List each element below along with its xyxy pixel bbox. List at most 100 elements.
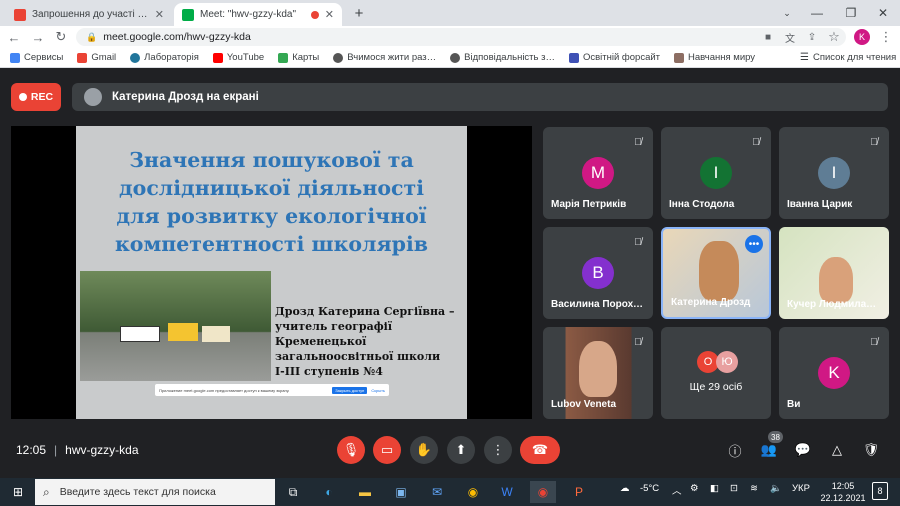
weather-icon[interactable]: ☁ bbox=[620, 483, 630, 494]
start-button[interactable]: ⊞ bbox=[5, 481, 31, 503]
mic-off-icon: 🎙̸ bbox=[870, 136, 878, 148]
more-options-icon[interactable]: ••• bbox=[745, 235, 763, 253]
mic-off-icon: 🎙̸ bbox=[634, 136, 642, 148]
info-icon[interactable]: ⓘ bbox=[725, 440, 745, 460]
participant-tile[interactable]: І 🎙̸ Інна Стодола bbox=[661, 127, 771, 219]
tray-icon[interactable]: ◧ bbox=[710, 483, 719, 494]
screen-share-notice: Приложение meet.google.com предоставляет… bbox=[155, 384, 389, 396]
share-icon[interactable]: ⇪ bbox=[804, 29, 820, 45]
video-feed bbox=[819, 257, 853, 303]
bookmark-services[interactable]: Сервисы bbox=[10, 52, 63, 63]
people-icon[interactable]: 👥 bbox=[759, 440, 779, 460]
wifi-icon[interactable]: ≋ bbox=[750, 483, 758, 494]
language-indicator[interactable]: УКР bbox=[792, 483, 810, 494]
profile-avatar[interactable]: K bbox=[854, 29, 870, 45]
globe-icon bbox=[333, 52, 344, 63]
taskbar-search[interactable]: ⌕ Введите здесь текст для поиска bbox=[35, 479, 275, 505]
participant-tile[interactable]: І 🎙̸ Іванна Царик bbox=[779, 127, 889, 219]
participant-tile[interactable]: Кучер Людмила… bbox=[779, 227, 889, 319]
tray-icon[interactable]: ⊡ bbox=[730, 483, 738, 494]
close-window-button[interactable]: ✕ bbox=[866, 0, 900, 26]
restore-button[interactable]: ❐ bbox=[834, 0, 868, 26]
present-button[interactable]: ⬆ bbox=[447, 436, 475, 464]
slide-title: Значення пошукової та дослідницької діял… bbox=[114, 148, 429, 256]
task-view-icon[interactable]: ⧉ bbox=[280, 481, 306, 503]
wordpress-icon bbox=[130, 52, 141, 63]
search-icon: ⌕ bbox=[43, 484, 50, 499]
bookmark-foresight[interactable]: Освітній форсайт bbox=[568, 52, 660, 63]
file-explorer-icon[interactable]: ▬ bbox=[352, 481, 378, 503]
tab-invitation[interactable]: Запрошення до участі в освітн… ✕ bbox=[6, 3, 172, 26]
chat-icon[interactable]: 💬 bbox=[793, 440, 813, 460]
hide-button[interactable]: Скрыть bbox=[371, 388, 385, 393]
clock[interactable]: 12:05 22.12.2021 bbox=[818, 480, 868, 504]
mic-off-icon: 🎙̸ bbox=[752, 136, 760, 148]
close-tab-icon[interactable]: ✕ bbox=[155, 8, 164, 21]
powerpoint-icon[interactable]: P bbox=[566, 481, 592, 503]
volume-icon[interactable]: 🔈 bbox=[770, 483, 782, 494]
apps-icon bbox=[10, 52, 20, 63]
word-icon[interactable]: W bbox=[494, 481, 520, 503]
meeting-info: 12:05 | hwv-gzzy-kda bbox=[16, 443, 139, 457]
more-participants-tile[interactable]: О Ю Ще 29 осіб bbox=[661, 327, 771, 419]
more-options-button[interactable]: ⋮ bbox=[484, 436, 512, 464]
menu-icon[interactable]: ⋮ bbox=[878, 29, 894, 45]
video-feed bbox=[699, 241, 739, 301]
tab-search-icon[interactable]: ⌄ bbox=[770, 0, 804, 26]
bookmark-peace[interactable]: Навчання миру bbox=[674, 52, 755, 63]
protest-sign bbox=[168, 323, 198, 341]
bookmark-responsibility[interactable]: Відповідальність з… bbox=[450, 52, 555, 63]
star-icon[interactable]: ☆ bbox=[826, 29, 842, 45]
host-controls-icon[interactable]: 🛡 bbox=[861, 440, 881, 460]
record-icon bbox=[18, 93, 27, 101]
youtube-icon bbox=[212, 52, 223, 63]
self-tile[interactable]: K 🎙̸ Ви bbox=[779, 327, 889, 419]
participant-tile[interactable]: М 🎙̸ Марія Петриків bbox=[543, 127, 653, 219]
participant-tile[interactable]: В 🎙̸ Василина Порохо… bbox=[543, 227, 653, 319]
camera-icon[interactable]: ■ bbox=[760, 29, 776, 45]
bookmark-gmail[interactable]: Gmail bbox=[77, 52, 116, 63]
bookmark-maps[interactable]: Карты bbox=[278, 52, 319, 63]
shared-slide: Значення пошукової та дослідницької діял… bbox=[76, 126, 467, 419]
activities-icon[interactable]: △ bbox=[827, 440, 847, 460]
bookmark-lab[interactable]: Лабораторія bbox=[130, 52, 199, 63]
tray-icon[interactable]: ⚙ bbox=[690, 483, 699, 494]
gmail-icon bbox=[77, 52, 88, 63]
mic-toggle-button[interactable]: 🎙 bbox=[337, 436, 365, 464]
participant-tile[interactable]: 🎙̸ Lubov Veneta bbox=[543, 327, 653, 419]
stop-sharing-button[interactable]: Закрыть доступ bbox=[332, 386, 368, 394]
separator: | bbox=[54, 443, 58, 457]
leave-call-button[interactable]: ☎ bbox=[520, 436, 560, 464]
store-icon[interactable]: ▣ bbox=[388, 481, 414, 503]
temperature[interactable]: -5°C bbox=[640, 483, 659, 494]
edge-icon[interactable]: ◐ bbox=[316, 481, 342, 503]
new-tab-button[interactable]: + bbox=[350, 4, 368, 22]
back-icon[interactable]: ← bbox=[6, 29, 22, 45]
notifications-button[interactable]: 8 bbox=[872, 482, 888, 500]
chrome-profile-icon[interactable]: ◉ bbox=[530, 481, 556, 503]
translate-icon[interactable]: 文 bbox=[782, 29, 798, 45]
url-field[interactable]: 🔒 meet.google.com/hwv-gzzy-kda bbox=[76, 28, 846, 46]
presenter-label: Катерина Дрозд на екрані bbox=[112, 91, 259, 103]
forward-icon[interactable]: → bbox=[30, 29, 46, 45]
participant-tile-speaking[interactable]: ••• Катерина Дрозд bbox=[661, 227, 771, 319]
chrome-icon[interactable]: ◉ bbox=[460, 481, 486, 503]
tab-meet[interactable]: Meet: "hwv-gzzy-kda" ✕ bbox=[174, 3, 342, 26]
tray-chevron-icon[interactable]: ︿ bbox=[672, 483, 682, 497]
recording-indicator[interactable]: REC bbox=[11, 83, 61, 111]
bookmarks-bar: Сервисы Gmail Лабораторія YouTube Карты … bbox=[0, 48, 900, 68]
bookmark-youtube[interactable]: YouTube bbox=[212, 52, 264, 63]
reload-icon[interactable]: ↻ bbox=[53, 29, 69, 45]
reading-list[interactable]: ☰ Список для чтения bbox=[800, 52, 896, 63]
mail-icon[interactable]: ✉ bbox=[424, 481, 450, 503]
raise-hand-button[interactable]: ✋ bbox=[410, 436, 438, 464]
participant-name: Lubov Veneta bbox=[551, 399, 617, 410]
camera-toggle-button[interactable]: ▭ bbox=[373, 436, 401, 464]
close-tab-icon[interactable]: ✕ bbox=[325, 8, 334, 21]
participant-name: Марія Петриків bbox=[551, 199, 627, 210]
people-count-badge: 38 bbox=[768, 431, 783, 443]
gmail-icon bbox=[14, 8, 26, 21]
bookmark-learn[interactable]: Вчимося жити раз… bbox=[333, 52, 436, 63]
mic-off-icon: 🎙̸ bbox=[870, 336, 878, 348]
minimize-button[interactable]: — bbox=[800, 0, 834, 26]
